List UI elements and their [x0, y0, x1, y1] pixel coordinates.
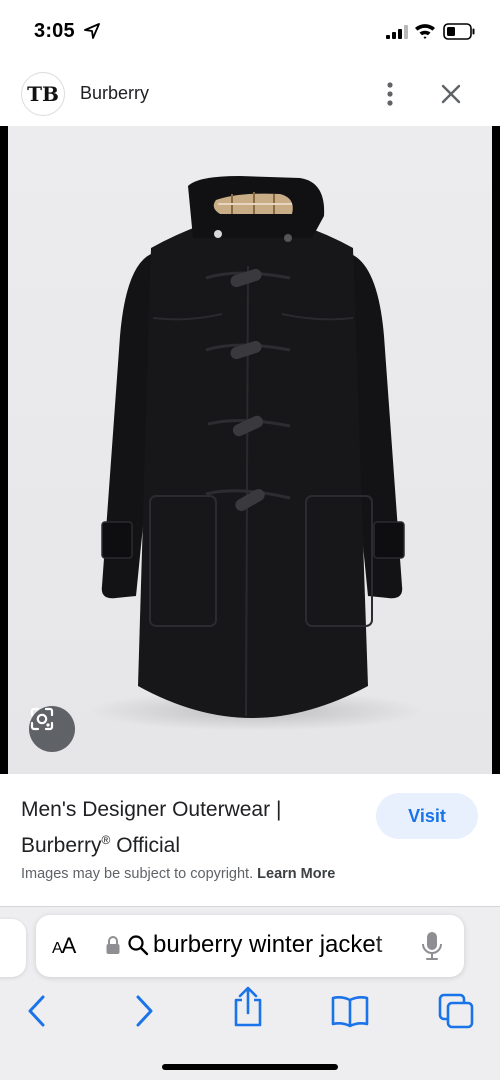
- cellular-signal-icon: [386, 25, 408, 39]
- chevron-right-icon: [136, 995, 153, 1027]
- product-image[interactable]: [8, 126, 492, 774]
- search-icon: [128, 935, 149, 956]
- wifi-icon: [415, 24, 435, 39]
- result-title-line2-brand: Burberry: [21, 834, 102, 857]
- book-icon: [331, 996, 369, 1028]
- duffle-coat-illustration: [86, 176, 426, 731]
- result-title-line1: Men's Designer Outerwear |: [21, 798, 282, 821]
- location-arrow-icon: [84, 23, 100, 39]
- image-viewer: [0, 126, 500, 774]
- copyright-text: Images may be subject to copyright.: [21, 866, 258, 882]
- lock-icon: [106, 936, 120, 954]
- aa-small: A: [52, 940, 63, 957]
- browser-toolbar: AA burberry winter jacket: [0, 906, 500, 1080]
- visit-button[interactable]: Visit: [376, 793, 478, 839]
- more-options-icon[interactable]: [380, 81, 400, 107]
- site-header: TB Burberry: [0, 62, 500, 126]
- status-bar: 3:05: [0, 0, 500, 62]
- home-indicator: [162, 1064, 338, 1070]
- close-icon[interactable]: [437, 82, 465, 108]
- aa-large: A: [61, 933, 77, 958]
- result-info: Men's Designer Outerwear | Burberry® Off…: [0, 774, 500, 906]
- copyright-notice: Images may be subject to copyright. Lear…: [21, 866, 335, 882]
- result-title-line2-rest: Official: [110, 834, 181, 857]
- result-title[interactable]: Men's Designer Outerwear | Burberry® Off…: [21, 794, 351, 861]
- learn-more-link[interactable]: Learn More: [257, 866, 335, 882]
- back-button[interactable]: [17, 991, 57, 1031]
- address-bar[interactable]: AA burberry winter jacket: [36, 915, 464, 977]
- share-icon: [234, 986, 262, 1027]
- microphone-icon[interactable]: [421, 931, 443, 961]
- previous-tab-preview[interactable]: [0, 919, 26, 977]
- brand-logo[interactable]: TB: [21, 72, 65, 116]
- status-time: 3:05: [34, 20, 75, 42]
- lens-glyph-icon: [30, 707, 54, 731]
- reader-settings-button[interactable]: AA: [52, 933, 77, 959]
- share-button[interactable]: [228, 986, 268, 1027]
- chevron-left-icon: [28, 995, 45, 1027]
- tabs-icon: [438, 993, 474, 1029]
- url-text: burberry winter jacket: [153, 931, 383, 958]
- bookmarks-button[interactable]: [330, 991, 370, 1031]
- forward-button[interactable]: [124, 991, 164, 1031]
- lens-icon[interactable]: [29, 706, 75, 752]
- battery-icon: [443, 23, 475, 40]
- tabs-button[interactable]: [436, 991, 476, 1031]
- site-name[interactable]: Burberry: [80, 83, 149, 104]
